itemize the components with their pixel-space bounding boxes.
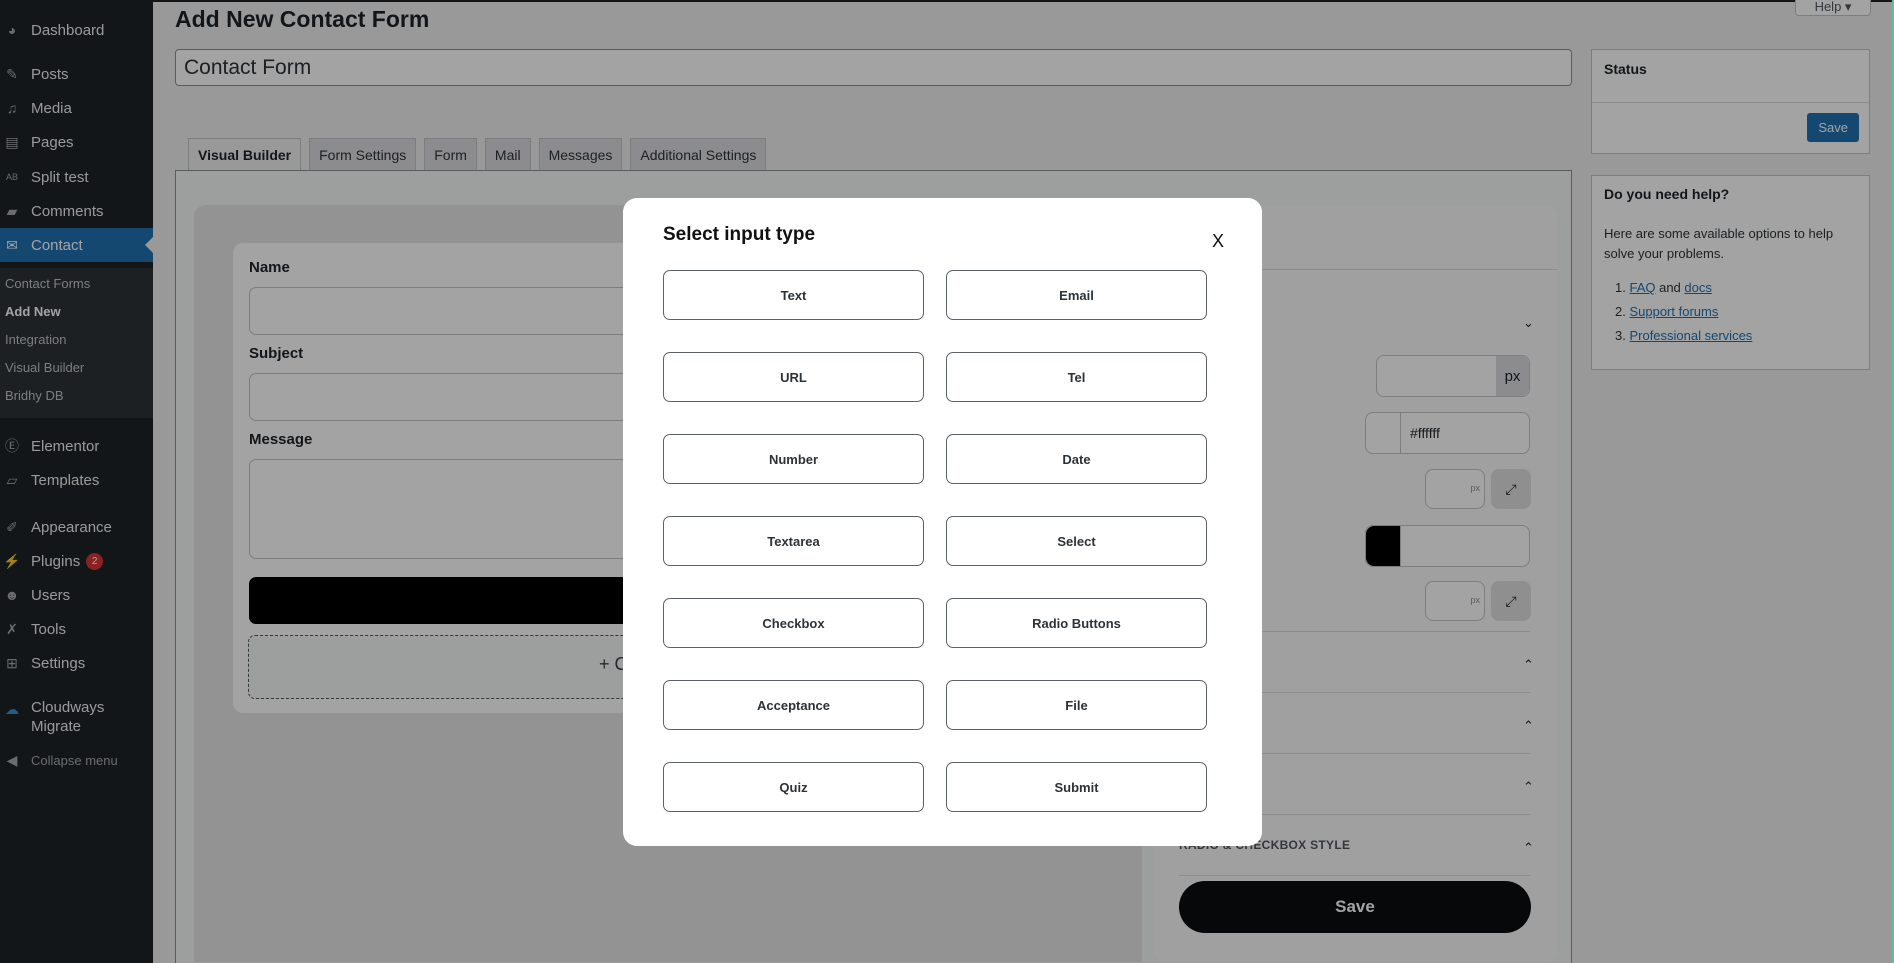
input-type-number[interactable]: Number	[663, 434, 924, 484]
input-type-email[interactable]: Email	[946, 270, 1207, 320]
input-type-checkbox[interactable]: Checkbox	[663, 598, 924, 648]
select-input-type-modal: Select input type X Text Email URL Tel N…	[623, 198, 1262, 846]
input-type-file[interactable]: File	[946, 680, 1207, 730]
input-type-submit[interactable]: Submit	[946, 762, 1207, 812]
input-type-acceptance[interactable]: Acceptance	[663, 680, 924, 730]
input-type-select[interactable]: Select	[946, 516, 1207, 566]
input-type-textarea[interactable]: Textarea	[663, 516, 924, 566]
close-icon[interactable]: X	[1212, 231, 1224, 252]
input-type-url[interactable]: URL	[663, 352, 924, 402]
input-type-tel[interactable]: Tel	[946, 352, 1207, 402]
input-type-text[interactable]: Text	[663, 270, 924, 320]
input-type-date[interactable]: Date	[946, 434, 1207, 484]
input-type-radio-buttons[interactable]: Radio Buttons	[946, 598, 1207, 648]
input-type-quiz[interactable]: Quiz	[663, 762, 924, 812]
modal-title: Select input type	[663, 224, 816, 245]
